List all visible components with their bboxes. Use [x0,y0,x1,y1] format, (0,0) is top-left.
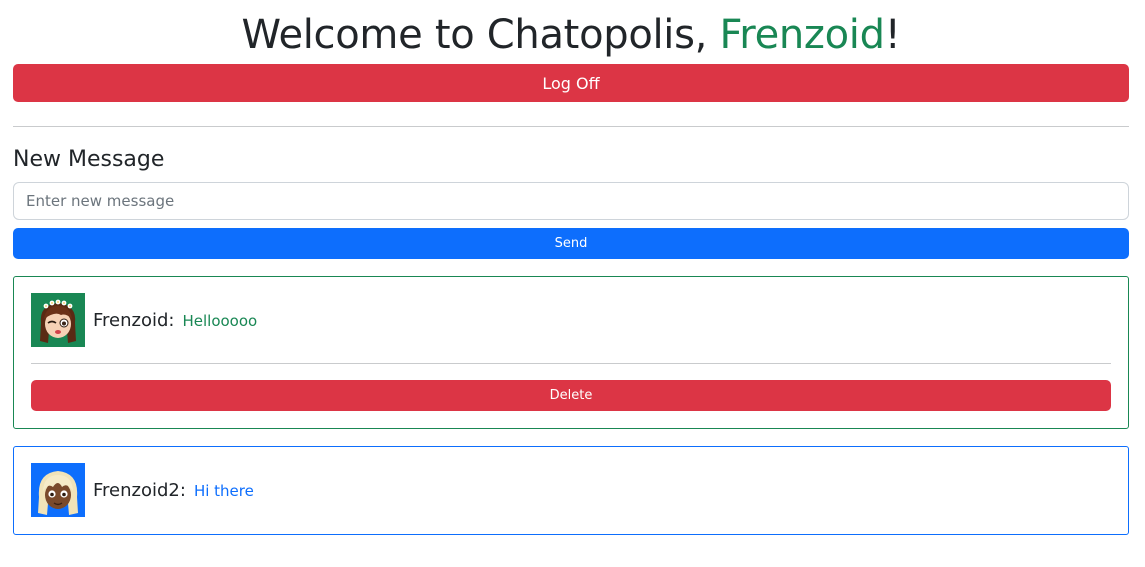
girl-avatar-icon [31,293,85,347]
message-row: Frenzoid: Hellooooo [31,293,1111,347]
message-text: Hi there [193,482,254,500]
card-divider [31,363,1111,364]
title-username: Frenzoid [719,12,886,58]
new-message-input[interactable] [13,182,1129,220]
chat-app: Welcome to Chatopolis, Frenzoid! Log Off… [13,0,1129,535]
message-text: Hellooooo [182,312,258,330]
delete-message-button[interactable]: Delete [31,380,1111,411]
title-suffix: ! [884,12,901,58]
message-card: Frenzoid2: Hi there [13,446,1129,535]
blonde-avatar-icon [31,463,85,517]
send-button[interactable]: Send [13,228,1129,259]
message-card: Frenzoid: Hellooooo Delete [13,276,1129,429]
logoff-button[interactable]: Log Off [13,64,1129,102]
message-row: Frenzoid2: Hi there [31,463,1111,517]
page-title: Welcome to Chatopolis, Frenzoid! [13,0,1129,60]
new-message-heading: New Message [13,147,165,172]
message-author: Frenzoid2: [93,479,186,501]
title-prefix: Welcome to Chatopolis, [241,12,720,58]
message-author: Frenzoid: [93,309,175,331]
